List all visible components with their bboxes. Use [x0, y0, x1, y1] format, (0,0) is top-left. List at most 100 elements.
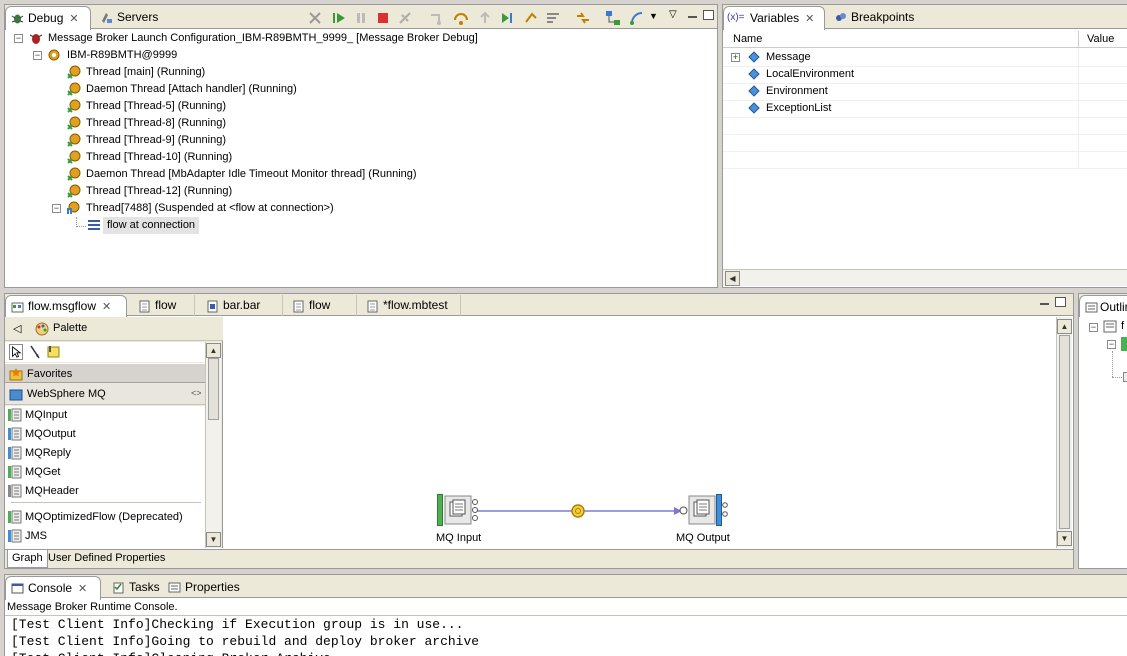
drop-frame-icon[interactable] [523, 10, 539, 26]
tree-thread[interactable]: Daemon Thread [Attach handler] (Running) [86, 81, 297, 98]
canvas-scrollbar[interactable]: ▲ ▼ [1056, 317, 1072, 548]
output-terminals[interactable] [722, 502, 728, 518]
scroll-down-icon[interactable]: ▼ [206, 532, 221, 547]
connection-tool-icon[interactable] [29, 344, 41, 360]
maximize-icon[interactable] [703, 10, 714, 20]
remove-terminated-icon[interactable] [307, 10, 323, 26]
breakpoint-marker[interactable] [571, 504, 585, 518]
tree-suspended-thread[interactable]: Thread[7488] (Suspended at <flow at conn… [86, 200, 334, 217]
tree-thread[interactable]: Thread [Thread-5] (Running) [86, 98, 226, 115]
tab-breakpoints[interactable]: Breakpoints [829, 6, 929, 28]
collapse-icon[interactable]: − [14, 34, 23, 43]
disconnect-icon[interactable] [397, 10, 413, 26]
palette-item[interactable]: MQHeader [5, 482, 205, 501]
step-over-icon[interactable] [453, 10, 469, 26]
editor-tab[interactable]: *flow.mbtest [361, 295, 461, 316]
tree-thread[interactable]: Daemon Thread [MbAdapter Idle Timeout Mo… [86, 166, 417, 183]
variable-row[interactable]: Environment [766, 83, 828, 100]
terminate-icon[interactable] [375, 10, 391, 26]
maximize-icon[interactable] [1055, 297, 1066, 307]
palette-scrollbar[interactable]: ▲ ▼ [205, 342, 221, 548]
close-icon[interactable]: ✕ [78, 583, 87, 595]
palette-drawer-websphere-mq[interactable]: WebSphere MQ <> [5, 384, 205, 405]
minimize-icon[interactable] [1039, 297, 1050, 307]
collapse-icon[interactable]: − [1089, 323, 1098, 332]
palette-item[interactable]: MQOptimizedFlow (Deprecated) [5, 508, 205, 527]
connect-icon[interactable] [629, 10, 645, 26]
flow-nav-icon[interactable] [605, 10, 621, 26]
tree-launch[interactable]: Message Broker Launch Configuration_IBM-… [48, 30, 478, 47]
scroll-up-icon[interactable]: ▲ [206, 343, 221, 358]
close-icon[interactable]: ✕ [69, 13, 78, 25]
tab-tasks[interactable]: Tasks [107, 576, 165, 598]
tab-variables[interactable]: (x)= Variables ✕ [723, 6, 825, 30]
note-tool-icon[interactable] [45, 344, 61, 360]
variable-row[interactable]: ExceptionList [766, 100, 831, 117]
palette-item-label: JMS [25, 530, 47, 542]
collapse-icon[interactable]: − [52, 204, 61, 213]
tab-debug[interactable]: Debug ✕ [5, 6, 91, 30]
scroll-up-icon[interactable]: ▲ [1057, 319, 1072, 334]
view-menu-icon[interactable]: ▽ [669, 9, 677, 20]
scroll-thumb[interactable] [1059, 335, 1070, 529]
step-filter-icon[interactable] [545, 10, 561, 26]
palette-drawer-favorites[interactable]: Favorites [5, 363, 205, 383]
col-value-header[interactable]: Value [1087, 33, 1114, 45]
connection-line[interactable] [224, 317, 1058, 548]
select-tool-icon[interactable] [9, 344, 23, 360]
close-icon[interactable]: ✕ [102, 301, 111, 313]
step-return-icon[interactable] [477, 10, 493, 26]
mq-input-node[interactable] [437, 494, 479, 528]
close-icon[interactable]: ✕ [805, 13, 814, 25]
input-terminal[interactable] [679, 506, 688, 515]
editor-tab[interactable]: flow.msgflow ✕ [5, 295, 127, 317]
palette-item[interactable]: MQReply [5, 444, 205, 463]
pin-icon[interactable]: <> [191, 388, 202, 398]
editor-tab[interactable]: flow [133, 295, 195, 316]
tab-user-defined-properties[interactable]: User Defined Properties [45, 550, 168, 568]
tab-servers[interactable]: Servers [95, 6, 167, 28]
palette-item[interactable]: MQOutput [5, 425, 205, 444]
tab-console[interactable]: Console ✕ [5, 576, 101, 600]
horizontal-scrollbar[interactable]: ◀ [723, 269, 1127, 286]
tab-graph[interactable]: Graph [7, 550, 48, 568]
editor-tab[interactable]: bar.bar [201, 295, 283, 316]
thread-suspended-icon [67, 201, 80, 214]
variable-row[interactable]: Message [766, 49, 811, 66]
tab-outline[interactable]: Outlin [1079, 295, 1127, 317]
scroll-left-icon[interactable]: ◀ [725, 271, 740, 286]
expand-icon[interactable]: + [731, 53, 740, 62]
minimize-icon[interactable] [687, 10, 698, 20]
scroll-down-icon[interactable]: ▼ [1057, 531, 1072, 546]
tree-stack-frame[interactable]: flow at connection [103, 217, 200, 234]
editor-tab[interactable]: flow [287, 295, 357, 316]
node-green-bar [437, 494, 443, 526]
flow-canvas[interactable]: MQ Input MQ Output [224, 317, 1058, 548]
tree-thread[interactable]: Thread [Thread-10] (Running) [86, 149, 232, 166]
output-terminals[interactable] [472, 499, 480, 521]
tree-thread[interactable]: Thread [Thread-8] (Running) [86, 115, 226, 132]
tree-thread[interactable]: Thread [main] (Running) [86, 64, 205, 81]
palette-item[interactable]: MQInput [5, 406, 205, 425]
toolbar-dropdown-icon[interactable]: ▼ [649, 11, 658, 21]
run-to-icon[interactable] [499, 10, 515, 26]
palette-item[interactable]: JMS [5, 527, 205, 546]
instruction-step-icon[interactable] [575, 10, 591, 26]
palette-collapse-icon[interactable]: ◁ [13, 322, 21, 335]
tab-properties-label: Properties [185, 580, 240, 594]
tree-thread[interactable]: Thread [Thread-9] (Running) [86, 132, 226, 149]
scroll-thumb[interactable] [208, 358, 219, 420]
tree-thread[interactable]: Thread [Thread-12] (Running) [86, 183, 232, 200]
step-into-icon[interactable] [429, 10, 445, 26]
collapse-icon[interactable]: − [1107, 340, 1116, 349]
variable-row[interactable]: LocalEnvironment [766, 66, 854, 83]
resume-icon[interactable] [331, 10, 347, 26]
collapse-icon[interactable]: − [33, 51, 42, 60]
col-name-header[interactable]: Name [733, 33, 762, 45]
tree-target[interactable]: IBM-R89BMTH@9999 [67, 47, 177, 64]
palette-item[interactable]: MQGet [5, 463, 205, 482]
suspend-icon[interactable] [353, 10, 369, 26]
tab-properties[interactable]: Properties [163, 576, 245, 598]
mq-output-node[interactable] [679, 494, 728, 528]
editor-tab-label: *flow.mbtest [383, 298, 448, 312]
